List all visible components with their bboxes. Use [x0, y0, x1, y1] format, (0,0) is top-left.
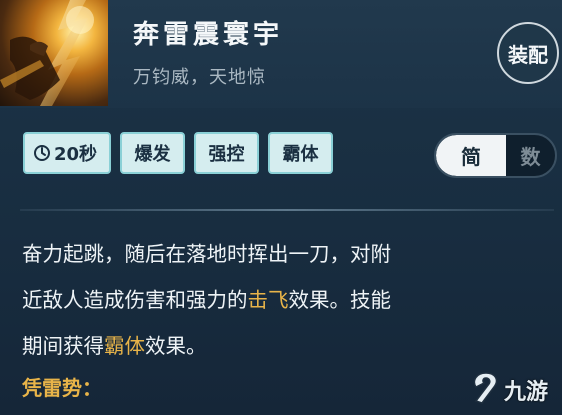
tag-hard-control: 强控: [194, 132, 259, 174]
description-mode-toggle[interactable]: 简 数: [434, 133, 557, 178]
description-line-2: 近敌人造成伤害和强力的击飞效果。技能: [22, 277, 557, 323]
description-line-3: 期间获得霸体效果。: [22, 323, 557, 369]
divider: [20, 209, 554, 211]
keyword-knockup: 击飞: [247, 288, 289, 312]
equip-button[interactable]: 装配: [497, 22, 559, 84]
description-text: 效果。: [145, 334, 207, 358]
tag-cooldown: 20秒: [23, 132, 111, 174]
skill-description: 奋力起跳，随后在落地时挥出一刀，对附 近敌人造成伤害和强力的击飞效果。技能 期间…: [22, 231, 557, 369]
clock-icon: [33, 144, 51, 162]
watermark: 九游: [470, 368, 560, 412]
keyword-super-armor: 霸体: [104, 334, 145, 358]
skill-name: 奔雷震寰宇: [133, 20, 284, 50]
skill-subtitle: 万钧威，天地惊: [133, 67, 266, 88]
skill-tags: 20秒 爆发 强控 霸体: [23, 132, 333, 174]
toggle-numeric-option[interactable]: 数: [506, 135, 555, 176]
watermark-text: 九游: [504, 380, 549, 405]
effect-subheading: 凭雷势：: [22, 376, 102, 400]
skill-panel: 奔雷震寰宇 万钧威，天地惊 装配 20秒 爆发 强控 霸体 简 数 奋力起跳，随…: [0, 0, 562, 415]
description-text: 效果。技能: [288, 288, 392, 312]
tag-super-armor: 霸体: [268, 132, 333, 174]
skill-header: 奔雷震寰宇 万钧威，天地惊 装配: [0, 0, 562, 108]
skill-portrait-icon: [0, 0, 108, 106]
jiuyou-logo-icon: [470, 371, 500, 409]
description-text: 期间获得: [22, 334, 104, 358]
tag-burst: 爆发: [120, 132, 185, 174]
tag-label: 20秒: [54, 144, 98, 165]
toggle-simple-option[interactable]: 简: [436, 135, 506, 176]
description-text: 近敌人造成伤害和强力的: [22, 288, 248, 312]
description-line-1: 奋力起跳，随后在落地时挥出一刀，对附: [22, 242, 391, 266]
